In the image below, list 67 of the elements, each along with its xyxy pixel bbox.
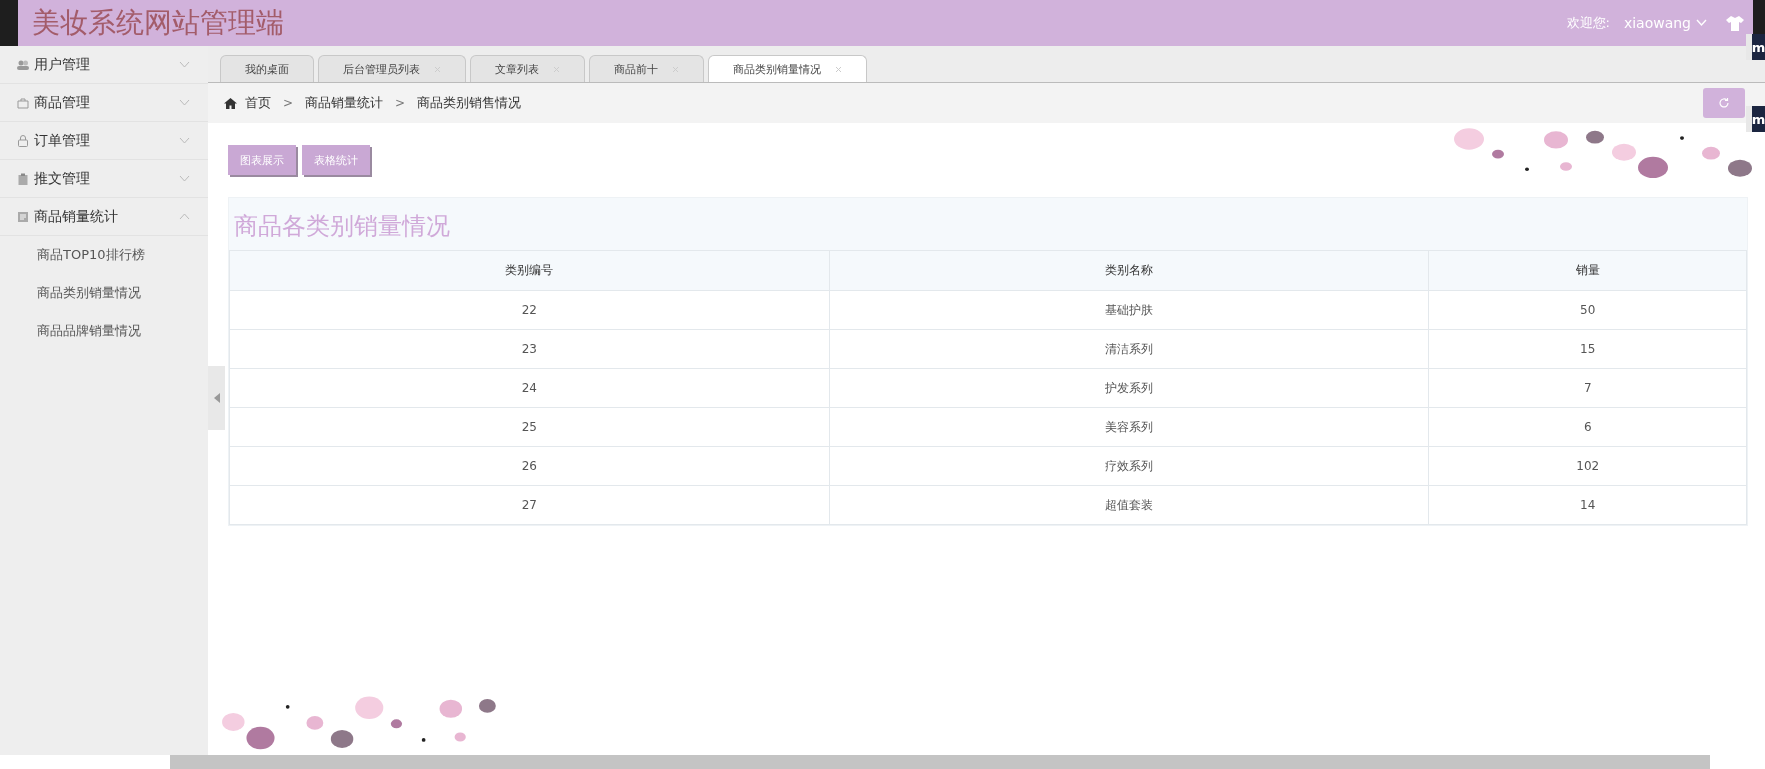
table-cell: 7 (1428, 368, 1747, 408)
tab[interactable]: 商品类别销量情况 (708, 55, 867, 82)
scrollbar[interactable] (170, 755, 1710, 769)
refresh-button[interactable] (1703, 88, 1745, 118)
tab-label: 商品类别销量情况 (733, 61, 821, 77)
chevron-up-icon (179, 213, 190, 220)
chevron-down-icon (179, 99, 190, 106)
tab[interactable]: 我的桌面 (220, 55, 314, 82)
chevron-down-icon (179, 175, 190, 182)
submenu-item[interactable]: 商品品牌销量情况 (0, 312, 208, 350)
table-cell: 14 (1428, 485, 1747, 525)
submenu-item[interactable]: 商品TOP10排行榜 (0, 236, 208, 274)
column-header: 类别名称 (829, 250, 1429, 291)
column-header: 类别编号 (229, 250, 830, 291)
table-cell: 26 (229, 446, 830, 486)
table-cell: 清洁系列 (829, 329, 1429, 369)
table-cell: 超值套装 (829, 485, 1429, 525)
table-cell: 22 (229, 290, 830, 330)
shirt-icon[interactable] (1725, 15, 1745, 31)
lock-icon (17, 134, 29, 147)
breadcrumb-link[interactable]: 商品类别销售情况 (417, 94, 522, 112)
side-widget[interactable]: m (1746, 106, 1765, 132)
chevron-down-icon (179, 61, 190, 68)
tab[interactable]: 商品前十 (589, 55, 704, 82)
clipboard-icon (17, 172, 29, 185)
bag-icon (17, 96, 29, 109)
close-icon[interactable] (835, 65, 842, 73)
close-icon[interactable] (553, 65, 560, 73)
table-cell: 24 (229, 368, 830, 408)
table-cell: 23 (229, 329, 830, 369)
chevron-down-icon (179, 137, 190, 144)
tab-label: 商品前十 (614, 61, 658, 77)
caret-left-icon (213, 393, 220, 403)
breadcrumb-link[interactable]: 商品销量统计 (305, 94, 384, 112)
tab[interactable]: 文章列表 (470, 55, 585, 82)
breadcrumb-link[interactable]: 首页 (245, 94, 271, 112)
side-widget[interactable]: m (1746, 34, 1765, 60)
users-icon (17, 58, 29, 71)
breadcrumb-separator: > (395, 96, 406, 110)
document-icon (17, 210, 29, 223)
table-cell: 25 (229, 407, 830, 447)
header-edge (0, 0, 18, 46)
table-cell: 护发系列 (829, 368, 1429, 408)
submenu-item[interactable]: 商品类别销量情况 (0, 274, 208, 312)
table-cell: 15 (1428, 329, 1747, 369)
refresh-icon (1718, 97, 1730, 109)
table-cell: 美容系列 (829, 407, 1429, 447)
table-cell: 102 (1428, 446, 1747, 486)
tab-label: 后台管理员列表 (343, 61, 420, 77)
table-cell: 27 (229, 485, 830, 525)
close-icon[interactable] (434, 65, 441, 73)
tab[interactable]: 后台管理员列表 (318, 55, 466, 82)
table-cell: 疗效系列 (829, 446, 1429, 486)
table-cell: 基础护肤 (829, 290, 1429, 330)
column-header: 销量 (1428, 250, 1747, 291)
site-title: 美妆系统网站管理端 (32, 5, 284, 41)
tab-label: 我的桌面 (245, 61, 289, 77)
table-cell: 6 (1428, 407, 1747, 447)
table-cell: 50 (1428, 290, 1747, 330)
collapse-handle[interactable] (208, 366, 225, 430)
close-icon[interactable] (672, 65, 679, 73)
welcome-text: 欢迎您: (1566, 14, 1610, 32)
home-icon (224, 97, 237, 109)
breadcrumb-separator: > (283, 96, 294, 110)
table-title: 商品各类别销量情况 (233, 211, 451, 242)
chevron-down-icon (1696, 19, 1707, 27)
tab-label: 文章列表 (495, 61, 539, 77)
